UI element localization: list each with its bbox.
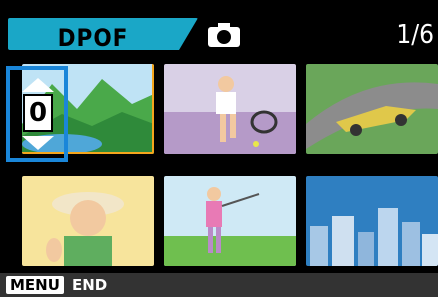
quantity-value: 0 bbox=[23, 94, 53, 132]
tennis-player-image bbox=[164, 64, 296, 154]
race-car-image bbox=[306, 64, 438, 154]
mode-tab: DPOF bbox=[8, 18, 198, 50]
thumbnail-grid bbox=[12, 58, 438, 268]
thumbnail-woman-portrait[interactable] bbox=[22, 176, 154, 266]
header-bar: DPOF 1/6 bbox=[0, 8, 438, 50]
end-label: END bbox=[72, 276, 108, 294]
mode-label: DPOF bbox=[57, 24, 129, 52]
quantity-stepper[interactable]: 0 bbox=[22, 78, 54, 150]
golfer-image bbox=[164, 176, 296, 266]
thumbnail-tennis-player[interactable] bbox=[164, 64, 296, 154]
thumbnail-race-car[interactable] bbox=[306, 64, 438, 154]
camera-icon bbox=[208, 23, 240, 47]
menu-button[interactable]: MENU bbox=[6, 276, 64, 294]
print-quantity-control[interactable]: 0 bbox=[6, 66, 68, 162]
arrow-down-icon[interactable] bbox=[22, 136, 54, 150]
city-skyline-image bbox=[306, 176, 438, 266]
thumbnail-city-skyline[interactable] bbox=[306, 176, 438, 266]
footer-bar: MENU END bbox=[0, 273, 438, 297]
arrow-up-icon[interactable] bbox=[22, 78, 54, 92]
woman-portrait-image bbox=[22, 176, 154, 266]
thumbnail-golfer[interactable] bbox=[164, 176, 296, 266]
camera-screen: DPOF 1/6 0 MENU END bbox=[0, 0, 438, 297]
image-counter: 1/6 bbox=[396, 20, 434, 50]
